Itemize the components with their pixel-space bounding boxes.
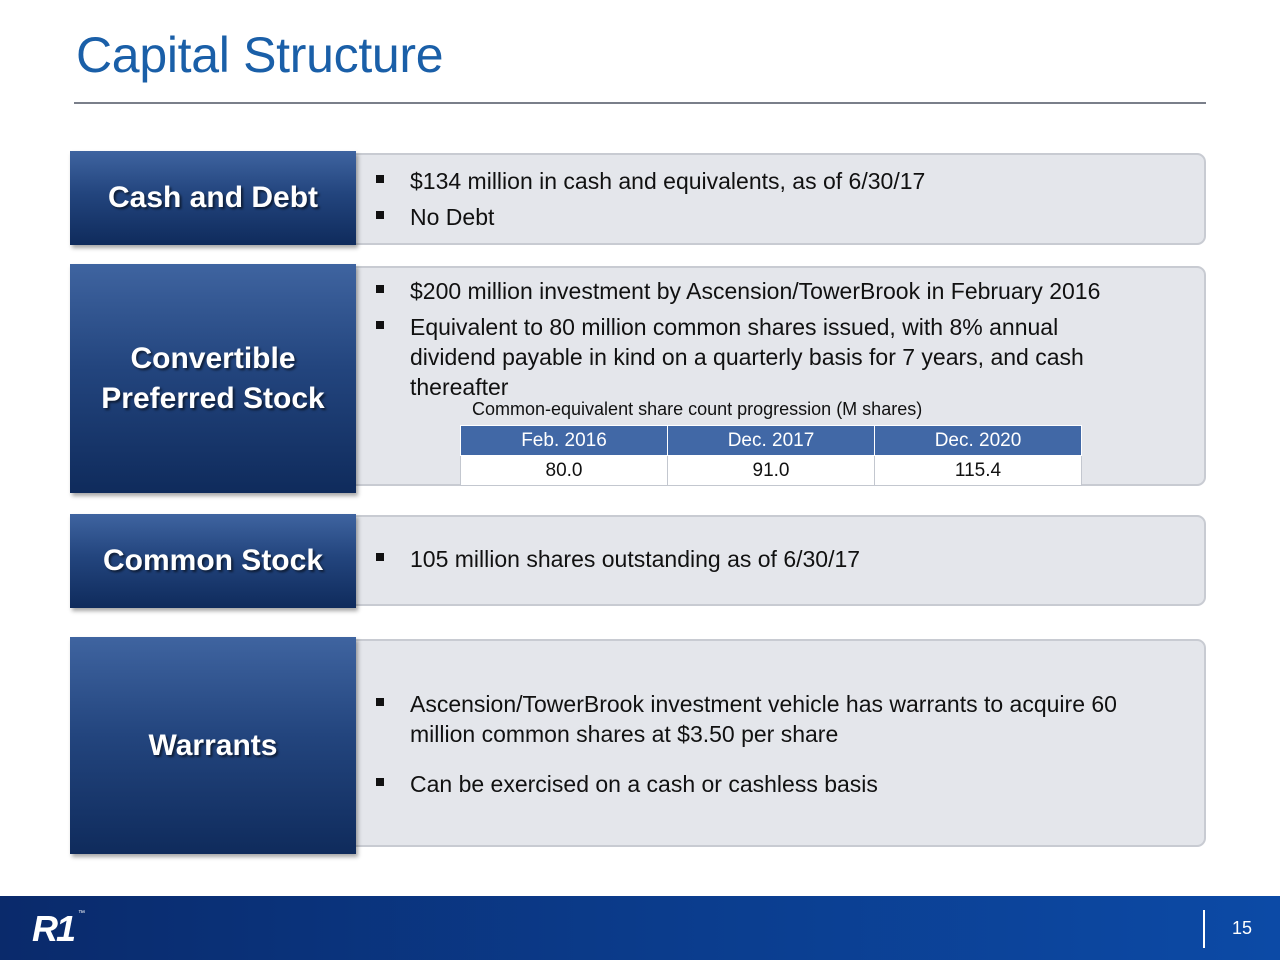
bullet-square-icon <box>376 285 384 293</box>
table-header-cell: Dec. 2020 <box>874 425 1082 456</box>
table-cell: 115.4 <box>874 455 1082 486</box>
table-header-cell: Feb. 2016 <box>460 425 668 456</box>
table-header-row: Feb. 2016 Dec. 2017 Dec. 2020 <box>460 425 1082 456</box>
title-divider <box>74 102 1206 104</box>
trademark-mark: ™ <box>78 910 85 917</box>
cash-debt-label: Cash and Debt <box>107 181 319 214</box>
cash-debt-label-box: Cash and Debt <box>70 151 356 245</box>
warrants-label-box: Warrants <box>70 637 356 854</box>
bullet-square-icon <box>376 321 384 329</box>
r1-logo: R1 <box>32 908 76 949</box>
share-progression-table: Feb. 2016 Dec. 2017 Dec. 2020 80.0 91.0 … <box>460 425 1082 486</box>
table-cell: 80.0 <box>460 455 668 486</box>
bullet-square-icon <box>376 211 384 219</box>
table-row: 80.0 91.0 115.4 <box>460 455 1082 486</box>
convertible-label-box: Convertible Preferred Stock <box>70 264 356 493</box>
page-title: Capital Structure <box>76 27 444 83</box>
bullet-square-icon <box>376 778 384 786</box>
convertible-label-line1: Convertible <box>130 341 296 375</box>
bullet-square-icon <box>376 698 384 706</box>
share-progression-caption: Common-equivalent share count progressio… <box>472 399 923 419</box>
common-stock-label: Common Stock <box>102 544 324 577</box>
table-cell: 91.0 <box>667 455 875 486</box>
convertible-label-line2: Preferred Stock <box>101 381 325 415</box>
warrants-label: Warrants <box>148 728 278 762</box>
table-header-cell: Dec. 2017 <box>667 425 875 456</box>
common-stock-label-box: Common Stock <box>70 514 356 608</box>
bullet-square-icon <box>376 175 384 183</box>
page-number: 15 <box>1232 918 1253 938</box>
footer-divider <box>1203 910 1205 948</box>
bullet-square-icon <box>376 553 384 561</box>
footer-bar: R1 ™ 15 <box>0 896 1280 960</box>
